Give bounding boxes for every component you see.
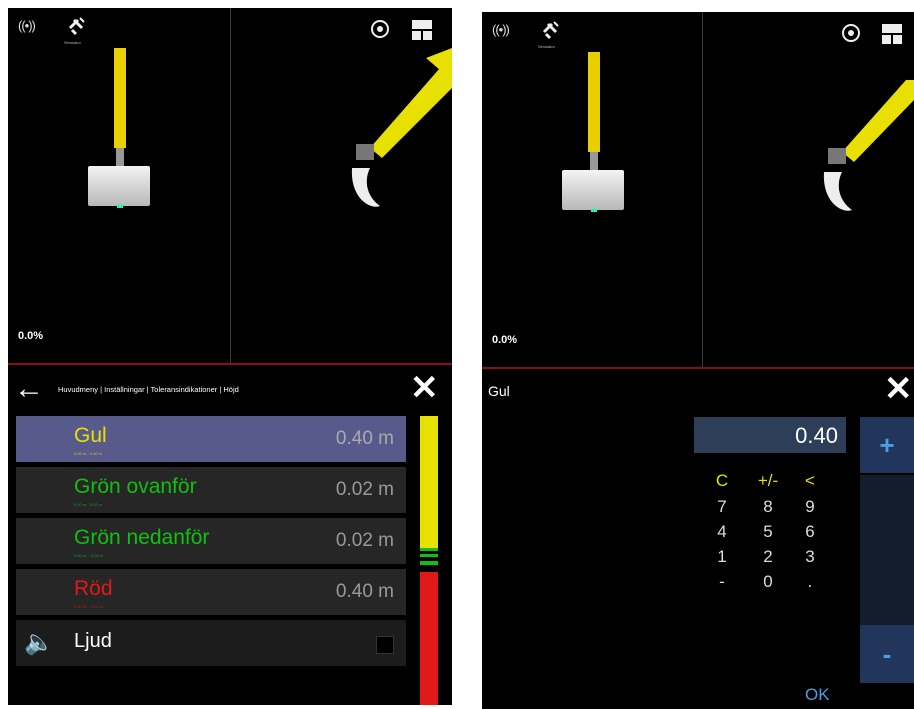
row-value: 0.02 m — [335, 530, 394, 551]
breadcrumb-bar: ← Huvudmeny | Inställningar | Toleransin… — [8, 371, 452, 407]
row-label: Gul — [74, 424, 107, 447]
key-3[interactable]: 3 — [797, 547, 823, 567]
ok-button[interactable]: OK — [805, 685, 830, 705]
row-label: Röd — [74, 577, 113, 600]
cube-view-icon[interactable] — [880, 22, 904, 46]
key-4[interactable]: 4 — [709, 522, 735, 542]
front-linkage — [116, 148, 124, 166]
key-9[interactable]: 9 — [797, 497, 823, 517]
tolerance-row-yellow[interactable]: Gul 0.00 m - 0.40 m 0.40 m — [16, 416, 406, 462]
dialog-title: Gul — [488, 383, 510, 399]
satellite-icon[interactable] — [540, 18, 562, 44]
row-value: 0.02 m — [335, 479, 394, 500]
side-boom — [351, 48, 452, 207]
close-icon[interactable]: ✕ — [884, 372, 913, 406]
panel-divider — [8, 363, 452, 365]
target-icon[interactable] — [842, 24, 860, 42]
machine-view: ((•)) Simulator 0.0% — [8, 8, 452, 363]
keypad-screen: ((•)) Simulator 0.0% Gul ✕ 0.40 C +/- < … — [482, 12, 914, 709]
tolerance-bar-red — [420, 572, 438, 705]
tolerance-bar-yellow — [420, 416, 438, 548]
tolerance-row-green-above[interactable]: Grön ovanför 0.00 m - 0.02 m 0.02 m — [16, 467, 406, 513]
key-5[interactable]: 5 — [755, 522, 781, 542]
front-bucket — [562, 170, 624, 210]
row-range: 0.00 m - 0.40 m — [74, 451, 103, 456]
step-slider-track — [860, 475, 914, 625]
tolerance-bar-green — [420, 548, 438, 551]
cube-view-icon[interactable] — [410, 18, 434, 42]
tolerance-row-green-below[interactable]: Grön nedanför 0.00 m - -0.02 m 0.02 m — [16, 518, 406, 564]
key-1[interactable]: 1 — [709, 547, 735, 567]
settings-screen: ((•)) Simulator 0.0% ← Huvudmeny | Instä… — [8, 8, 452, 705]
row-value: 0.40 m — [335, 428, 394, 449]
view-divider — [702, 12, 703, 367]
close-icon[interactable]: ✕ — [410, 371, 439, 405]
row-label: Grön nedanför — [74, 526, 210, 549]
decrement-button[interactable]: - — [860, 625, 914, 683]
panel-divider — [482, 367, 914, 369]
tolerance-row-red[interactable]: Röd 0.40 m - -0.40 m 0.40 m — [16, 569, 406, 615]
front-linkage — [590, 152, 598, 170]
key-sign[interactable]: +/- — [755, 471, 781, 491]
slope-percent: 0.0% — [492, 334, 518, 346]
satellite-icon[interactable] — [66, 14, 88, 40]
slope-percent: 0.0% — [18, 330, 44, 342]
speaker-icon: 🔈 — [24, 629, 54, 656]
sound-label: Ljud — [74, 630, 112, 652]
breadcrumb: Huvudmeny | Inställningar | Toleransindi… — [58, 385, 239, 394]
key-clear[interactable]: C — [709, 471, 735, 491]
view-divider — [230, 8, 231, 363]
key-decimal[interactable]: . — [797, 572, 823, 592]
front-boom — [588, 52, 600, 152]
signal-icon[interactable]: ((•)) — [492, 22, 510, 37]
row-range: 0.00 m - -0.02 m — [74, 553, 104, 558]
front-bucket — [88, 166, 150, 206]
value-display[interactable]: 0.40 — [694, 417, 846, 453]
key-7[interactable]: 7 — [709, 497, 735, 517]
front-boom — [114, 48, 126, 148]
row-label: Grön ovanför — [74, 475, 197, 498]
row-range: 0.00 m - 0.02 m — [74, 502, 103, 507]
key-8[interactable]: 8 — [755, 497, 781, 517]
signal-icon[interactable]: ((•)) — [18, 18, 36, 33]
key-2[interactable]: 2 — [755, 547, 781, 567]
back-arrow-icon[interactable]: ← — [14, 374, 44, 404]
gps-source-label: Simulator — [538, 44, 555, 49]
sound-row[interactable]: 🔈 Ljud — [16, 620, 406, 666]
key-0[interactable]: 0 — [755, 572, 781, 592]
row-range: 0.40 m - -0.40 m — [74, 604, 104, 609]
machine-view: ((•)) Simulator 0.0% — [482, 12, 914, 367]
side-boom — [823, 80, 914, 211]
row-value: 0.40 m — [335, 581, 394, 602]
key-6[interactable]: 6 — [797, 522, 823, 542]
gps-source-label: Simulator — [64, 40, 81, 45]
increment-button[interactable]: + — [860, 417, 914, 473]
target-icon[interactable] — [371, 20, 389, 38]
tolerance-bar-green-2 — [420, 554, 438, 557]
key-minus[interactable]: - — [709, 572, 735, 592]
sound-checkbox[interactable] — [376, 636, 394, 654]
tolerance-bar-green-3 — [420, 561, 438, 565]
key-backspace[interactable]: < — [797, 471, 823, 491]
